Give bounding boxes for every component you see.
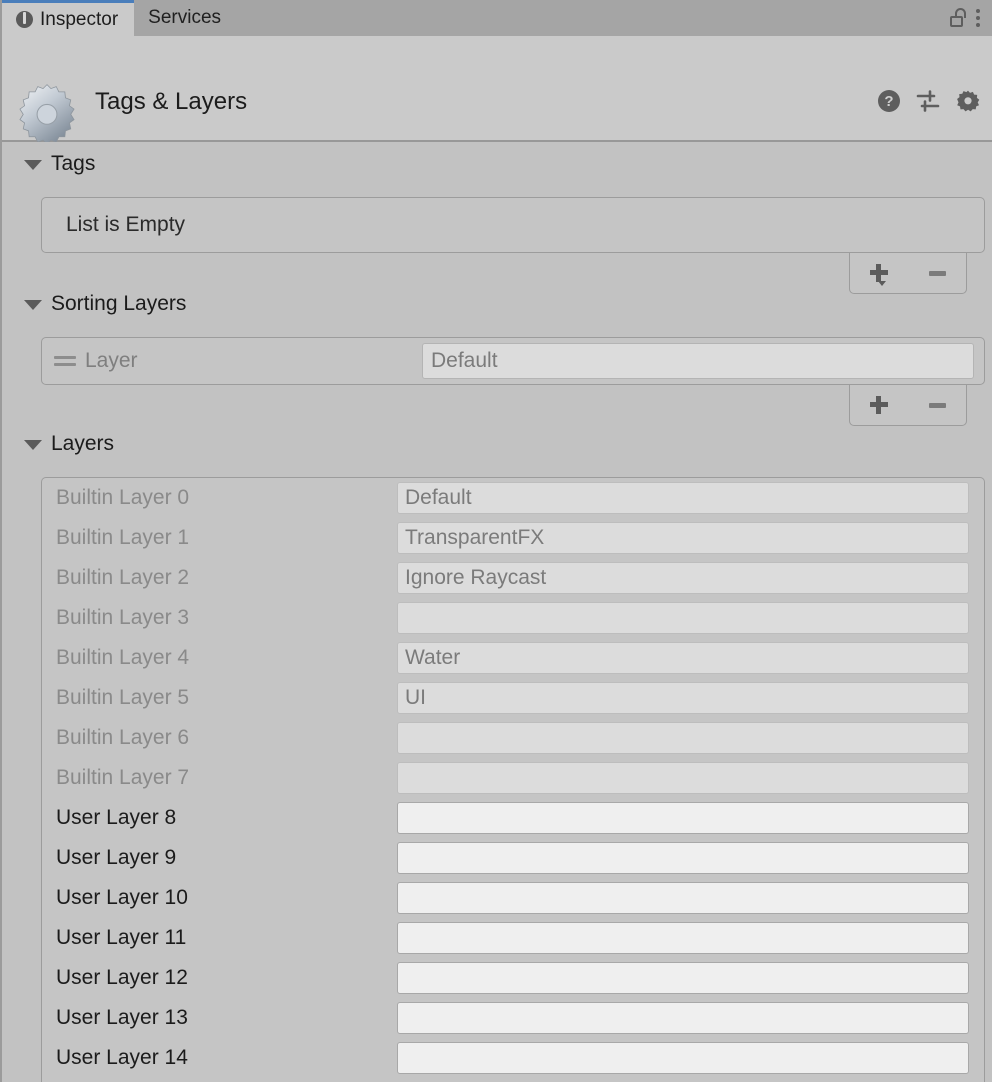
layer-name-input: TransparentFX	[397, 522, 969, 554]
layer-label: User Layer 12	[56, 966, 188, 989]
layer-label: Builtin Layer 0	[56, 486, 190, 509]
layer-label: Builtin Layer 5	[56, 686, 190, 709]
drag-handle-icon[interactable]	[54, 355, 76, 367]
sorting-layers-add-button[interactable]	[850, 385, 908, 425]
tab-services-label: Services	[148, 7, 222, 28]
layer-name-input[interactable]	[397, 802, 969, 834]
layer-label: Builtin Layer 7	[56, 766, 190, 789]
tab-inspector[interactable]: Inspector	[2, 0, 135, 36]
window-tab-bar: Inspector Services	[2, 0, 992, 36]
layers-section-title: Layers	[51, 432, 115, 455]
sorting-layers-list: Layer Default	[41, 337, 985, 385]
sorting-layers-button-bar	[849, 385, 967, 426]
sorting-layers-section-title: Sorting Layers	[51, 292, 187, 315]
header-action-icons: ?	[878, 89, 980, 113]
layer-row: Builtin Layer 1 TransparentFX	[42, 518, 984, 558]
tags-add-button[interactable]	[850, 253, 908, 293]
layer-name-input[interactable]	[397, 882, 969, 914]
tags-foldout[interactable]: Tags	[2, 152, 992, 176]
layer-label: Builtin Layer 2	[56, 566, 190, 589]
tags-section-title: Tags	[51, 152, 96, 175]
tab-inspector-label: Inspector	[40, 8, 119, 30]
layer-row: Builtin Layer 4 Water	[42, 638, 984, 678]
sorting-layers-foldout[interactable]: Sorting Layers	[2, 292, 992, 316]
tags-remove-button[interactable]	[908, 253, 966, 293]
inspector-content: Tags List is Empty Sorting Layers Layer …	[2, 142, 992, 1082]
layer-label: User Layer 8	[56, 806, 177, 829]
tags-button-bar	[849, 253, 967, 294]
layer-row: Builtin Layer 7	[42, 758, 984, 798]
layers-section: Layers Builtin Layer 0 Default Builtin Lay…	[2, 432, 992, 1082]
layer-row: User Layer 8	[42, 798, 984, 838]
chevron-down-icon	[24, 300, 42, 310]
layer-row: Builtin Layer 5 UI	[42, 678, 984, 718]
layer-name-input	[397, 722, 969, 754]
layer-row: Builtin Layer 2 Ignore Raycast	[42, 558, 984, 598]
layers-foldout[interactable]: Layers	[2, 432, 992, 456]
layer-row: User Layer 9	[42, 838, 984, 878]
layer-name-input[interactable]	[397, 962, 969, 994]
layers-list: Builtin Layer 0 Default Builtin Layer 1 Tra…	[41, 477, 985, 1082]
layer-name-input: Water	[397, 642, 969, 674]
layer-name-input[interactable]	[397, 842, 969, 874]
layer-row: Builtin Layer 3	[42, 598, 984, 638]
layer-label: User Layer 14	[56, 1046, 188, 1069]
layer-row: User Layer 11	[42, 918, 984, 958]
sorting-layer-name-input[interactable]: Default	[422, 343, 974, 379]
sorting-layer-label: Layer	[85, 349, 138, 372]
layer-row: User Layer 13	[42, 998, 984, 1038]
chevron-down-icon	[24, 440, 42, 450]
inspector-header: Tags & Layers ?	[2, 36, 992, 145]
tags-list: List is Empty	[41, 197, 985, 253]
layer-name-input: Default	[397, 482, 969, 514]
info-icon	[16, 11, 33, 28]
layer-label: User Layer 10	[56, 886, 188, 909]
layer-row: User Layer 12	[42, 958, 984, 998]
layer-row: User Layer 14	[42, 1038, 984, 1078]
page-title: Tags & Layers	[95, 88, 248, 115]
layer-label: Builtin Layer 6	[56, 726, 190, 749]
layer-label: Builtin Layer 4	[56, 646, 190, 669]
settings-gear-icon[interactable]	[956, 89, 980, 113]
layer-name-input: UI	[397, 682, 969, 714]
layer-name-input[interactable]	[397, 1002, 969, 1034]
lock-open-icon[interactable]	[948, 8, 966, 28]
sorting-layers-remove-button[interactable]	[908, 385, 966, 425]
gear-settings-icon	[19, 84, 75, 145]
kebab-menu-icon[interactable]	[976, 8, 982, 28]
layer-name-input[interactable]	[397, 922, 969, 954]
layer-row: Builtin Layer 0 Default	[42, 478, 984, 518]
sorting-layers-section: Sorting Layers Layer Default	[2, 292, 992, 426]
layer-row: Builtin Layer 6	[42, 718, 984, 758]
layer-name-input: Ignore Raycast	[397, 562, 969, 594]
layer-row: User Layer 15	[42, 1078, 984, 1082]
layer-name-input	[397, 602, 969, 634]
tags-section: Tags List is Empty	[2, 152, 992, 294]
layer-row: User Layer 10	[42, 878, 984, 918]
tags-empty-text: List is Empty	[66, 213, 186, 236]
chevron-down-icon	[24, 160, 42, 170]
layer-label: User Layer 13	[56, 1006, 188, 1029]
sorting-layer-row[interactable]: Layer Default	[42, 338, 984, 384]
inspector-window: Inspector Services Tags & Layers ? Tags …	[0, 0, 992, 1082]
help-icon[interactable]: ?	[878, 90, 900, 112]
layer-name-input	[397, 762, 969, 794]
tab-services[interactable]: Services	[134, 0, 238, 36]
layer-label: User Layer 11	[56, 926, 187, 949]
layer-name-input[interactable]	[397, 1042, 969, 1074]
preset-icon[interactable]	[916, 90, 940, 112]
layer-label: Builtin Layer 3	[56, 606, 190, 629]
tab-bar-actions	[948, 8, 992, 36]
layer-label: User Layer 9	[56, 846, 177, 869]
layer-label: Builtin Layer 1	[56, 526, 190, 549]
